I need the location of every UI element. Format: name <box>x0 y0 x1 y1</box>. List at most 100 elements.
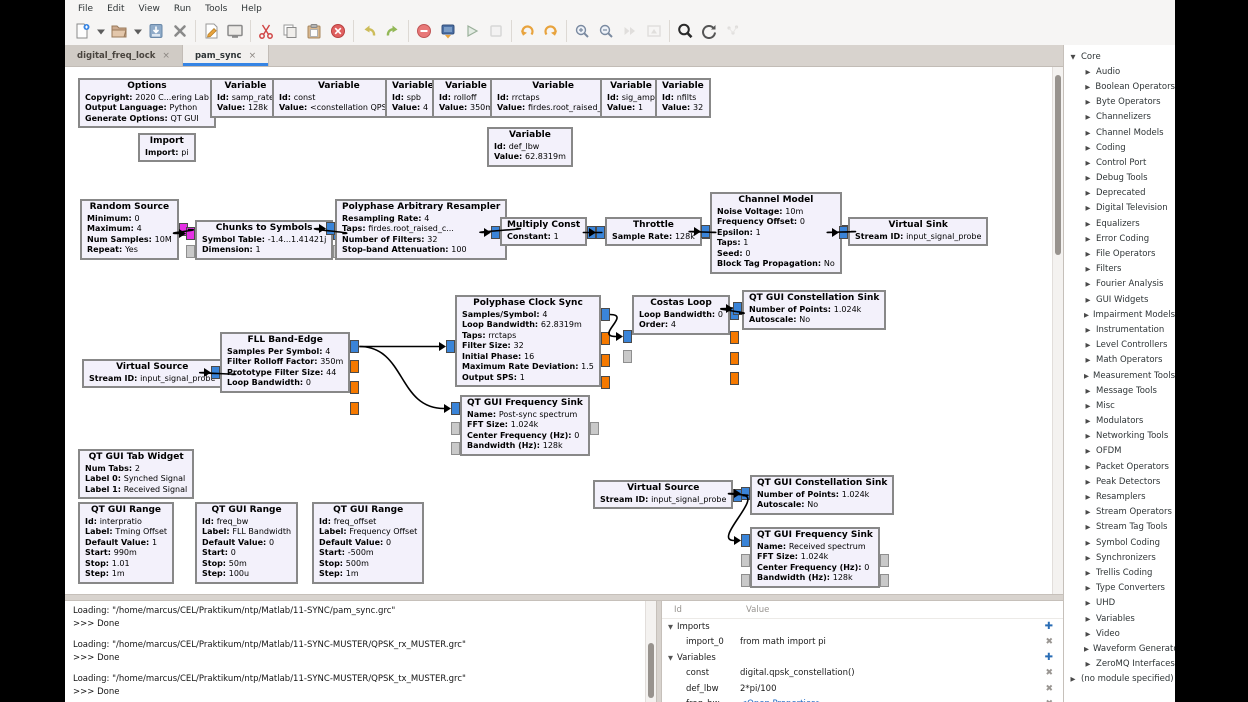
menu-help[interactable]: Help <box>234 4 269 14</box>
new-file-button[interactable] <box>70 20 94 42</box>
complex-input-port[interactable] <box>326 222 335 235</box>
sidebar-item-error-coding[interactable]: ▶Error Coding <box>1064 231 1175 246</box>
chevron-right-icon[interactable]: ▶ <box>1084 615 1092 623</box>
sidebar-item-core[interactable]: ▼Core <box>1064 49 1175 64</box>
close-button[interactable] <box>168 20 192 42</box>
menu-run[interactable]: Run <box>167 4 198 14</box>
msg-input-port[interactable] <box>741 554 750 567</box>
sidebar-item-math-operators[interactable]: ▶Math Operators <box>1064 353 1175 368</box>
sidebar-item-file-operators[interactable]: ▶File Operators <box>1064 246 1175 261</box>
sidebar-item-level-controllers[interactable]: ▶Level Controllers <box>1064 338 1175 353</box>
menu-view[interactable]: View <box>132 4 167 14</box>
block-costas[interactable]: Costas LoopLoop Bandwidth: 0Order: 4 <box>632 295 730 335</box>
remove-icon[interactable]: ✖ <box>1045 697 1053 702</box>
open-button[interactable] <box>107 20 131 42</box>
chevron-right-icon[interactable]: ▶ <box>1084 189 1092 197</box>
sidebar-item-stream-tag-tools[interactable]: ▶Stream Tag Tools <box>1064 520 1175 535</box>
block-tabwidget[interactable]: QT GUI Tab WidgetNum Tabs: 2Label 0: Syn… <box>78 449 194 499</box>
block-channel[interactable]: Channel ModelNoise Voltage: 10mFrequency… <box>710 192 842 274</box>
chevron-right-icon[interactable]: ▶ <box>1084 447 1092 455</box>
block-import_pi[interactable]: ImportImport: pi <box>138 133 196 162</box>
block-vsource1[interactable]: Virtual SourceStream ID: input_signal_pr… <box>82 359 222 388</box>
zoom-in-button[interactable] <box>570 20 594 42</box>
msg-input-port[interactable] <box>623 350 632 363</box>
complex-input-port[interactable] <box>839 226 848 239</box>
sidebar-item-channel-models[interactable]: ▶Channel Models <box>1064 125 1175 140</box>
chevron-right-icon[interactable]: ▶ <box>1084 83 1091 91</box>
chevron-right-icon[interactable]: ▶ <box>1084 630 1092 638</box>
float-output-port[interactable] <box>350 402 359 415</box>
add-icon[interactable]: ✚ <box>1045 619 1053 635</box>
paste-button[interactable] <box>302 20 326 42</box>
chevron-down-icon[interactable]: ▼ <box>1069 53 1077 61</box>
complex-input-port[interactable] <box>733 302 742 315</box>
redo-button[interactable] <box>381 20 405 42</box>
execute-button[interactable] <box>460 20 484 42</box>
float-output-port[interactable] <box>350 360 359 373</box>
chevron-right-icon[interactable]: ▶ <box>1084 174 1092 182</box>
complex-output-port[interactable] <box>601 308 610 321</box>
complex-input-port[interactable] <box>446 340 455 353</box>
chevron-right-icon[interactable]: ▶ <box>1084 584 1092 592</box>
chevron-right-icon[interactable]: ▶ <box>1084 387 1092 395</box>
chevron-right-icon[interactable]: ▶ <box>1084 204 1092 212</box>
chevron-right-icon[interactable]: ▶ <box>1084 372 1089 380</box>
chevron-right-icon[interactable]: ▶ <box>1084 68 1092 76</box>
sidebar-item-audio[interactable]: ▶Audio <box>1064 64 1175 79</box>
cut-button[interactable] <box>254 20 278 42</box>
block-var_samp_rate[interactable]: VariableId: samp_rateValue: 128k <box>210 78 281 118</box>
block-constsink1[interactable]: QT GUI Constellation SinkNumber of Point… <box>742 290 886 330</box>
chevron-right-icon[interactable]: ▶ <box>1084 250 1092 258</box>
block-vsink[interactable]: Virtual SinkStream ID: input_signal_prob… <box>848 217 988 246</box>
console-vertical-scrollbar[interactable] <box>645 601 656 702</box>
sidebar-item-peak-detectors[interactable]: ▶Peak Detectors <box>1064 474 1175 489</box>
delete-button[interactable] <box>326 20 350 42</box>
block-var_def_lbw[interactable]: VariableId: def_lbwValue: 62.8319m <box>487 127 573 167</box>
tab-pam_sync[interactable]: pam_sync× <box>183 45 269 66</box>
reload-button[interactable] <box>697 20 721 42</box>
connection-wire[interactable] <box>609 315 617 337</box>
block-var_sig_amp[interactable]: VariableId: sig_ampValue: 1 <box>600 78 662 118</box>
canvas-vertical-scrollbar[interactable] <box>1052 67 1063 594</box>
sidebar-item-variables[interactable]: ▶Variables <box>1064 611 1175 626</box>
msg-output-port[interactable] <box>590 422 599 435</box>
find-button[interactable] <box>673 20 697 42</box>
chevron-right-icon[interactable]: ▶ <box>1084 554 1092 562</box>
chevron-right-icon[interactable]: ▶ <box>1084 539 1092 547</box>
complex-input-port[interactable] <box>211 366 220 379</box>
chevron-right-icon[interactable]: ▶ <box>1084 432 1092 440</box>
tab-close-icon[interactable]: × <box>162 51 170 61</box>
sidebar-item-coding[interactable]: ▶Coding <box>1064 140 1175 155</box>
byte-input-port[interactable] <box>186 227 195 240</box>
sidebar-item-message-tools[interactable]: ▶Message Tools <box>1064 383 1175 398</box>
chevron-right-icon[interactable]: ▶ <box>1084 463 1092 471</box>
block-throttle[interactable]: ThrottleSample Rate: 128k <box>605 217 702 246</box>
tab-digital_freq_lock[interactable]: digital_freq_lock× <box>65 45 183 66</box>
sidebar-item-stream-operators[interactable]: ▶Stream Operators <box>1064 505 1175 520</box>
remove-icon[interactable]: ✖ <box>1045 681 1053 697</box>
float-output-port[interactable] <box>730 331 739 344</box>
variable-row-def_lbw[interactable]: def_lbw2*pi/100✖ <box>662 681 1063 697</box>
variables-group-variables[interactable]: ▼Variables✚ <box>662 650 1063 666</box>
add-icon[interactable]: ✚ <box>1045 650 1053 666</box>
chevron-right-icon[interactable]: ▶ <box>1084 341 1092 349</box>
scrollbar-thumb[interactable] <box>648 643 654 698</box>
block-chunks[interactable]: Chunks to SymbolsSymbol Table: -1.4...1.… <box>195 220 333 260</box>
rotate-cw-button[interactable] <box>539 20 563 42</box>
sidebar-item-packet-operators[interactable]: ▶Packet Operators <box>1064 459 1175 474</box>
block-var_rrctaps[interactable]: VariableId: rrctapsValue: firdes.root_ra… <box>490 78 616 118</box>
menu-file[interactable]: File <box>71 4 100 14</box>
chevron-right-icon[interactable]: ▶ <box>1084 129 1092 137</box>
generate-button[interactable] <box>436 20 460 42</box>
sidebar-item-byte-operators[interactable]: ▶Byte Operators <box>1064 95 1175 110</box>
sidebar-item-fourier-analysis[interactable]: ▶Fourier Analysis <box>1064 277 1175 292</box>
msg-output-port[interactable] <box>880 574 889 587</box>
chevron-down-icon[interactable]: ▼ <box>662 654 677 662</box>
float-output-port[interactable] <box>730 372 739 385</box>
variable-row-freq_bw[interactable]: freq_bw<Open Properties>✖ <box>662 697 1063 702</box>
block-random_source[interactable]: Random SourceMinimum: 0Maximum: 4Num Sam… <box>80 199 179 260</box>
float-output-port[interactable] <box>350 381 359 394</box>
block-par[interactable]: Polyphase Arbitrary ResamplerResampling … <box>335 199 507 260</box>
chevron-right-icon[interactable]: ▶ <box>1084 159 1092 167</box>
properties-button[interactable] <box>199 20 223 42</box>
